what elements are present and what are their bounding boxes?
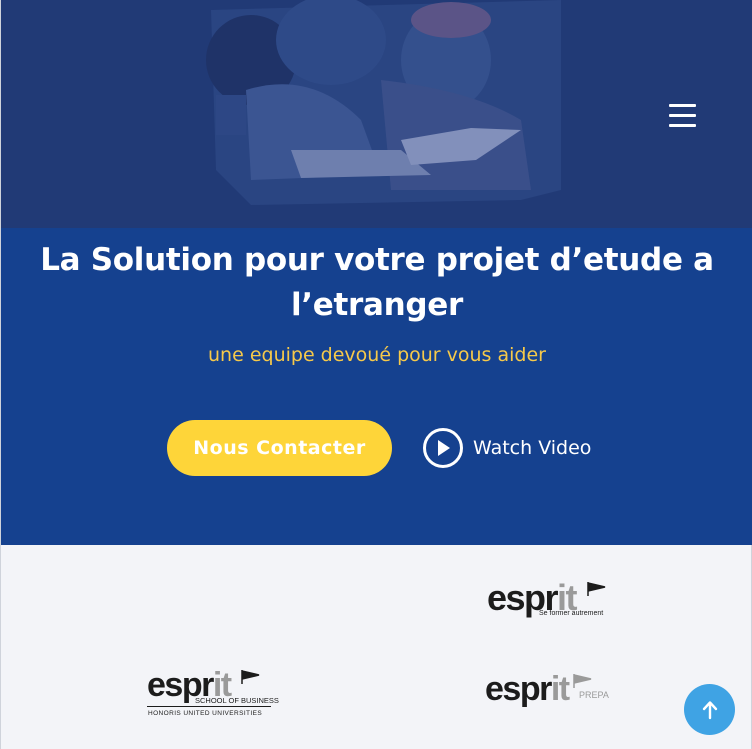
hero-title: La Solution pour votre projet d’etude a …	[40, 242, 714, 323]
flag-icon	[573, 674, 592, 688]
logo-line-honoris: HONORIS UNITED UNIVERSITIES	[148, 710, 263, 717]
hero-photo	[1, 0, 752, 228]
logo-divider	[147, 706, 271, 707]
watch-video-label: Watch Video	[473, 437, 592, 459]
watch-video-button[interactable]: Watch Video	[423, 427, 591, 469]
students-reading-image	[1, 0, 752, 228]
hamburger-line	[669, 124, 696, 127]
logo-word-end: it	[550, 670, 570, 708]
flag-icon	[241, 670, 260, 684]
hamburger-menu-button[interactable]	[669, 103, 696, 127]
logo-line-school: SCHOOL OF BUSINESS	[195, 696, 279, 705]
esprit-logo[interactable]: esprit Se former autrement	[487, 580, 607, 620]
hamburger-line	[669, 114, 696, 117]
logo-word-start: espr	[485, 670, 552, 708]
hero-section: La Solution pour votre projet d’etude a …	[1, 0, 752, 545]
hero-subtitle: une equipe devoué pour vous aider	[208, 344, 546, 366]
flag-icon	[587, 582, 606, 596]
logo-prepa-suffix: PREPA	[579, 690, 609, 700]
logo-tagline: Se former autrement	[539, 610, 604, 617]
esprit-prepa-logo[interactable]: esprit PREPA	[485, 672, 609, 712]
contact-button[interactable]: Nous Contacter	[167, 420, 392, 476]
arrow-up-icon	[702, 700, 717, 719]
scroll-to-top-button[interactable]	[684, 684, 735, 735]
hamburger-line	[669, 104, 696, 107]
play-icon	[423, 428, 463, 468]
esprit-business-logo[interactable]: esprit SCHOOL OF BUSINESS HONORIS UNITED…	[147, 668, 279, 720]
